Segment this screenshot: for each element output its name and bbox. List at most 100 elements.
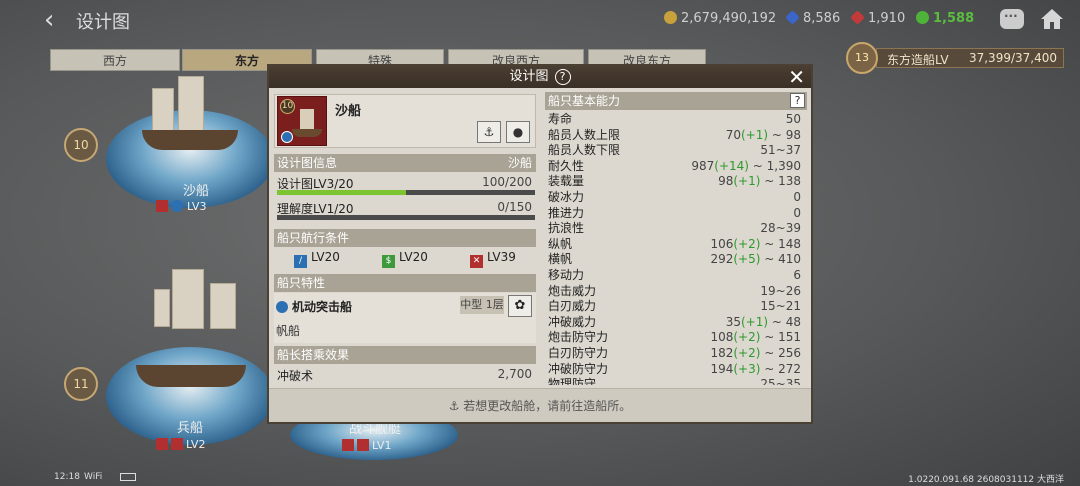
stat-value: 98(+1) ~ 138 <box>718 174 801 189</box>
ship-sail <box>172 269 204 329</box>
ship-name: 沙船 <box>182 184 209 199</box>
stat-value: 28~39 <box>760 221 801 236</box>
stat-label: 炮击威力 <box>548 283 597 298</box>
stat-base: 35 <box>725 314 741 329</box>
stat-label: 抗浪性 <box>548 221 585 236</box>
stat-row: 纵帆 106(+2) ~ 148 <box>545 237 807 253</box>
trait-settings-button[interactable]: ✿ <box>508 295 532 317</box>
stat-base: 25~35 <box>760 377 801 385</box>
left-column: 10 沙船 ⚓ ● 设计图信息 沙船 设计图LV3/20 100/200 理解度… <box>274 92 538 385</box>
stat-value: 106(+2) ~ 148 <box>710 237 801 252</box>
stat-bonus: (+5) <box>733 252 761 267</box>
red-gem-amount: 1,910 <box>868 11 906 26</box>
stat-base: 108 <box>710 330 734 345</box>
trade-icon: $ <box>382 255 395 268</box>
sailing-conditions-row: / LV20 $ LV20 ✕ LV39 <box>274 250 536 268</box>
ship-level: LV2 <box>156 438 205 451</box>
ship-hull <box>142 130 238 150</box>
battery-icon <box>120 473 136 481</box>
tab-west[interactable]: 西方 <box>50 49 180 71</box>
battle-icon: ✕ <box>470 255 483 268</box>
stat-max: ~ 1,390 <box>748 158 801 173</box>
location-pin-icon: ● <box>512 125 524 139</box>
stat-bonus: (+14) <box>714 158 749 173</box>
stat-bonus: (+2) <box>733 346 761 360</box>
blueprint-progress-fill <box>277 190 406 195</box>
stat-row: 破冰力 0 <box>545 190 807 206</box>
stat-label: 破冰力 <box>548 190 585 204</box>
gold-coin-icon <box>664 11 677 24</box>
stat-base: 194 <box>710 361 734 376</box>
stat-label: 耐久性 <box>548 158 585 173</box>
stat-value: 0 <box>793 190 801 205</box>
ship-stats-panel[interactable]: 船只基本能力 ? 寿命 50 船员人数上限 70(+1) ~ 98 船员人数下限 51~3… <box>545 92 807 385</box>
stat-label: 移动力 <box>548 268 585 282</box>
stat-max: ~ 138 <box>760 174 801 189</box>
ship-stats-header: 船只基本能力 ? <box>545 92 807 110</box>
understanding-value: 0/150 <box>497 200 532 214</box>
location-button[interactable]: ● <box>506 121 530 143</box>
stat-label: 纵帆 <box>548 236 573 251</box>
attack-icon <box>171 438 183 450</box>
stat-label: 物理防守 <box>548 377 597 385</box>
stat-row: 抗浪性 28~39 <box>545 221 807 237</box>
gold-resource: 2,679,490,192 <box>664 11 776 26</box>
battle-icon <box>156 438 168 450</box>
condition-battle: ✕ LV39 <box>470 250 516 268</box>
stat-value: 182(+2) ~ 256 <box>710 346 801 361</box>
stat-base: 182 <box>710 346 734 360</box>
stat-row: 推进力 0 <box>545 206 807 222</box>
battle-icon <box>156 200 168 212</box>
dialog-header: 设计图? ✕ <box>269 66 811 88</box>
blue-gem-icon <box>785 10 800 25</box>
stat-label: 寿命 <box>548 112 573 126</box>
gear-icon: ✿ <box>514 298 526 313</box>
shipyard-level-badge: 13 <box>846 42 878 74</box>
stat-max: ~ 256 <box>760 346 801 360</box>
stat-bonus: (+2) <box>733 330 761 345</box>
blueprint-dialog: 设计图? ✕ 10 沙船 ⚓ ● 设计图信息 沙船 设计图LV3/20 100/… <box>267 64 813 424</box>
stat-label: 炮击防守力 <box>548 330 609 345</box>
stat-value: 0 <box>793 206 801 221</box>
blueprint-info-ship: 沙船 <box>507 156 532 170</box>
chat-bubble-icon[interactable] <box>1000 9 1024 29</box>
ship-level-badge: 11 <box>64 367 98 401</box>
stats-help-icon[interactable]: ? <box>790 93 805 108</box>
top-bar: ‹ 设计图 2,679,490,192 8,586 1,910 1,588 <box>0 0 1080 40</box>
ship-sail <box>300 109 314 129</box>
gold-amount: 2,679,490,192 <box>681 11 777 26</box>
stat-bonus: (+2) <box>733 236 761 251</box>
stat-label: 装载量 <box>548 174 585 189</box>
ship-card-shachuan[interactable]: 10 沙船 LV3 <box>60 70 280 220</box>
blue-gem-resource: 8,586 <box>785 10 841 26</box>
condition-adventure: / LV20 <box>294 250 340 268</box>
blue-gem-amount: 8,586 <box>803 11 841 26</box>
stat-row: 白刃威力 15~21 <box>545 299 807 315</box>
captain-button[interactable]: ⚓ <box>477 121 501 143</box>
ship-traits-box: 机动突击船 中型 1层 ✿ 帆船 <box>274 293 536 343</box>
stat-value: 108(+2) ~ 151 <box>710 330 801 345</box>
dialog-footer: ⚓ 若想更改船舱，请前往造船所。 <box>269 388 811 422</box>
green-gear-icon <box>916 11 929 24</box>
red-gem-resource: 1,910 <box>850 10 906 26</box>
blueprint-progress-bar <box>277 190 535 195</box>
ship-level-text: LV1 <box>372 439 392 452</box>
stat-base: 51~37 <box>760 143 801 158</box>
stat-row: 冲破威力 35(+1) ~ 48 <box>545 315 807 331</box>
stat-row: 横帆 292(+5) ~ 410 <box>545 252 807 268</box>
stat-row: 炮击威力 19~26 <box>545 284 807 300</box>
ship-name: 沙船 <box>335 104 362 119</box>
close-icon[interactable]: ✕ <box>788 67 805 87</box>
help-icon[interactable]: ? <box>554 69 571 85</box>
ship-level-badge: 10 <box>280 99 295 114</box>
stat-base: 6 <box>793 268 801 282</box>
stat-base: 50 <box>785 112 801 126</box>
stat-bonus: (+3) <box>733 361 761 376</box>
ship-card-bingchuan[interactable]: 11 兵船 LV2 <box>60 255 280 455</box>
back-arrow-icon[interactable]: ‹ <box>44 6 68 34</box>
ship-type-icon <box>281 131 293 143</box>
stat-value: 6 <box>793 268 801 283</box>
status-wifi: WiFi <box>84 472 103 482</box>
home-icon[interactable] <box>1040 8 1064 30</box>
captain-icon: ⚓ <box>483 125 495 139</box>
